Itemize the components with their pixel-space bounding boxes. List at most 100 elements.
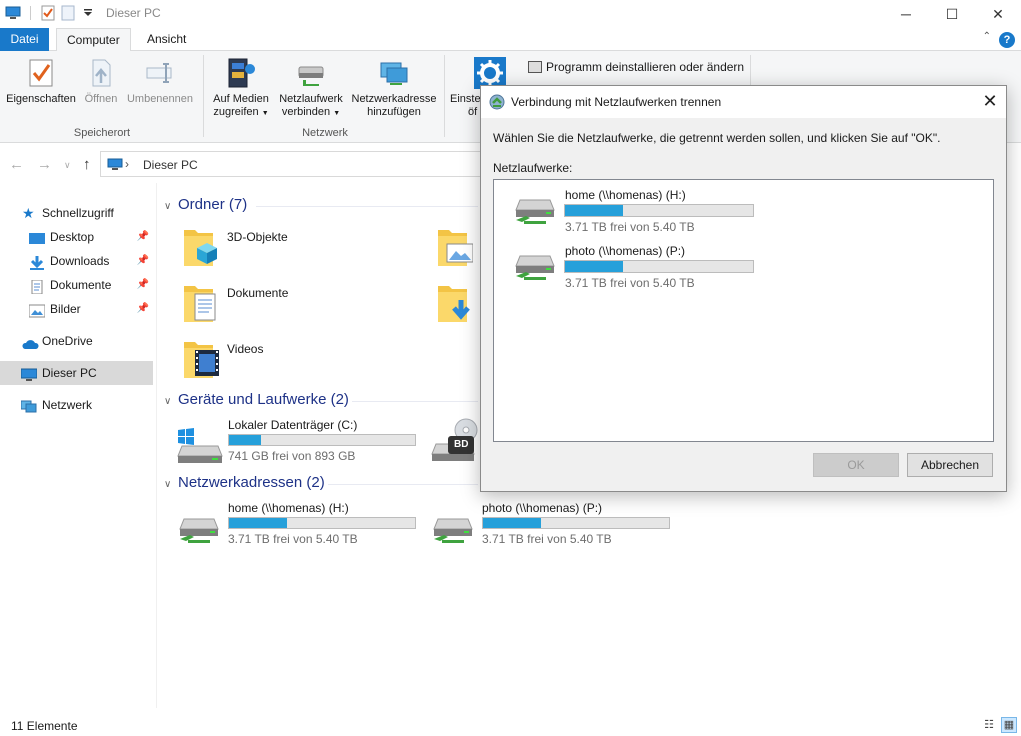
netzwerkadresse-hinzufuegen-button[interactable]: Netzwerkadresse hinzufügen (347, 57, 441, 119)
recent-locations-chevron-icon[interactable]: ∨ (64, 160, 71, 171)
tiles-view-icon[interactable]: ▦ (1001, 717, 1017, 733)
chevron-up-icon[interactable]: ⌃ (983, 31, 991, 42)
speicherort-group-label: Speicherort (73, 127, 131, 139)
cancel-button[interactable]: Abbrechen (907, 453, 993, 477)
network-drive-icon (512, 196, 560, 231)
breadcrumb-chevron-icon: › (125, 157, 129, 171)
network-drive-list[interactable]: home (\\homenas) (H:) 3.71 TB frei von 5… (493, 179, 994, 442)
section-title: Ordner (7) (178, 196, 248, 213)
network-drive-item-home[interactable]: home (\\homenas) (H:) 3.71 TB frei von 5… (174, 501, 424, 549)
sidebar-item-onedrive[interactable]: OneDrive (0, 329, 153, 353)
tab-ansicht[interactable]: Ansicht (137, 28, 196, 51)
sidebar-item-dokumente[interactable]: Dokumente 📌 (0, 273, 153, 297)
folder-pictures-icon (437, 226, 474, 270)
netzlaufwerk-verbinden-button[interactable]: Netzlaufwerk verbinden ▼ (275, 57, 347, 120)
cloud-icon (21, 334, 39, 349)
drive-item-bd[interactable]: BD (430, 418, 480, 466)
minimize-button[interactable]: ─ (883, 0, 929, 28)
breadcrumb[interactable]: Dieser PC (143, 158, 198, 172)
customize-toolbar-icon[interactable] (79, 4, 97, 22)
drive-usage-bar (228, 517, 416, 529)
close-window-button[interactable]: ✕ (975, 0, 1021, 28)
netzwerkadresse-label-2: hinzufügen (367, 106, 421, 118)
star-icon: ★ (22, 205, 35, 221)
network-drive-item-photo[interactable]: photo (\\homenas) (P:) 3.71 TB frei von … (428, 501, 678, 549)
folder-item-bilder[interactable] (437, 226, 477, 270)
folder-item-dokumente[interactable]: Dokumente (183, 282, 383, 326)
network-drive-icon (176, 515, 224, 550)
dialog-list-label: Netzlaufwerke: (493, 161, 573, 175)
list-item[interactable]: photo (\\homenas) (P:) 3.71 TB frei von … (494, 236, 993, 292)
dialog-close-button[interactable]: ✕ (974, 86, 1006, 118)
drive-usage-bar (564, 204, 754, 217)
oeffnen-button[interactable]: Öffnen (80, 57, 122, 106)
address-bar[interactable]: › Dieser PC (100, 151, 500, 177)
sidebar-item-label: Dokumente (50, 278, 112, 292)
list-item[interactable]: home (\\homenas) (H:) 3.71 TB frei von 5… (494, 180, 993, 236)
sidebar-item-label: Schnellzugriff (42, 206, 114, 220)
programs-icon (528, 61, 542, 73)
section-divider (256, 206, 478, 207)
einstellungen-label-2: öf (468, 106, 478, 118)
drive-usage-fill (229, 435, 261, 445)
tab-datei[interactable]: Datei (0, 28, 49, 51)
drive-name: home (\\homenas) (H:) (565, 188, 686, 202)
auf-medien-zugreifen-button[interactable]: Auf Medien zugreifen ▼ (207, 57, 275, 120)
navigation-pane: ★ Schnellzugriff Desktop 📌 Downloads 📌 D… (0, 195, 156, 705)
bd-label: BD (454, 439, 469, 450)
details-view-icon[interactable]: ☷ (981, 717, 997, 733)
maximize-button[interactable]: ☐ (929, 0, 975, 28)
eigenschaften-button[interactable]: Eigenschaften (4, 57, 78, 106)
ribbon-tabs: Datei Computer Ansicht ⌃ ? (0, 28, 1021, 52)
up-arrow-icon[interactable]: ↑ (83, 156, 91, 173)
netzlaufwerk-label-1: Netzlaufwerk (279, 93, 343, 105)
drive-free-space: 3.71 TB frei von 5.40 TB (565, 276, 695, 290)
sidebar-item-downloads[interactable]: Downloads 📌 (0, 249, 153, 273)
eigenschaften-label: Eigenschaften (6, 93, 76, 105)
section-header-ordner[interactable]: ∨ Ordner (7) (164, 196, 247, 213)
sidebar-item-label: Dieser PC (42, 366, 97, 380)
section-header-netzwerkadressen[interactable]: ∨ Netzwerkadressen (2) (164, 474, 325, 491)
computer-icon[interactable] (4, 4, 22, 22)
forward-arrow-icon[interactable]: → (37, 156, 52, 173)
sidebar-item-label: OneDrive (42, 334, 93, 348)
drive-item-local-c[interactable]: Lokaler Datenträger (C:) 741 GB frei von… (174, 418, 424, 466)
back-arrow-icon[interactable]: ← (9, 156, 24, 173)
chevron-down-icon: ∨ (164, 201, 172, 212)
folder-item-3d-objekte[interactable]: 3D-Objekte (183, 226, 383, 270)
rename-icon (144, 57, 176, 89)
folder-label: Videos (227, 342, 264, 356)
new-folder-icon[interactable] (59, 4, 77, 22)
properties-icon[interactable] (39, 4, 57, 22)
sidebar-item-netzwerk[interactable]: Netzwerk (0, 393, 153, 417)
windows-drive-icon (176, 428, 224, 467)
sidebar-item-bilder[interactable]: Bilder 📌 (0, 297, 153, 321)
pin-icon[interactable]: 📌 (137, 225, 149, 249)
pin-icon[interactable]: 📌 (137, 297, 149, 321)
sidebar-item-dieser-pc[interactable]: Dieser PC (0, 361, 153, 385)
drive-free-space: 3.71 TB frei von 5.40 TB (565, 220, 695, 234)
drive-name: home (\\homenas) (H:) (228, 501, 349, 515)
umbenennen-button[interactable]: Umbenennen (124, 57, 196, 106)
pin-icon[interactable]: 📌 (137, 273, 149, 297)
folder-3d-icon (183, 226, 219, 270)
sidebar-item-schnellzugriff[interactable]: ★ Schnellzugriff (0, 201, 153, 225)
tab-computer[interactable]: Computer (56, 28, 131, 52)
drive-usage-fill (565, 261, 624, 272)
drive-usage-fill (483, 518, 541, 528)
pin-icon[interactable]: 📌 (137, 249, 149, 273)
folder-item-videos[interactable]: Videos (183, 338, 383, 382)
chevron-down-icon: ∨ (164, 479, 172, 490)
section-header-geraete[interactable]: ∨ Geräte und Laufwerke (2) (164, 391, 349, 408)
desktop-icon (29, 230, 45, 244)
pane-divider (156, 183, 157, 708)
help-icon[interactable]: ? (999, 32, 1015, 48)
ok-button[interactable]: OK (813, 453, 899, 477)
sidebar-item-desktop[interactable]: Desktop 📌 (0, 225, 153, 249)
document-icon (30, 278, 46, 295)
programm-deinstallieren-button[interactable]: Programm deinstallieren oder ändern (528, 60, 744, 74)
netzwerkadresse-label-1: Netzwerkadresse (351, 93, 437, 105)
folder-item-downloads[interactable] (437, 282, 477, 326)
sidebar-item-label: Downloads (50, 254, 110, 268)
network-location-icon (378, 57, 410, 89)
